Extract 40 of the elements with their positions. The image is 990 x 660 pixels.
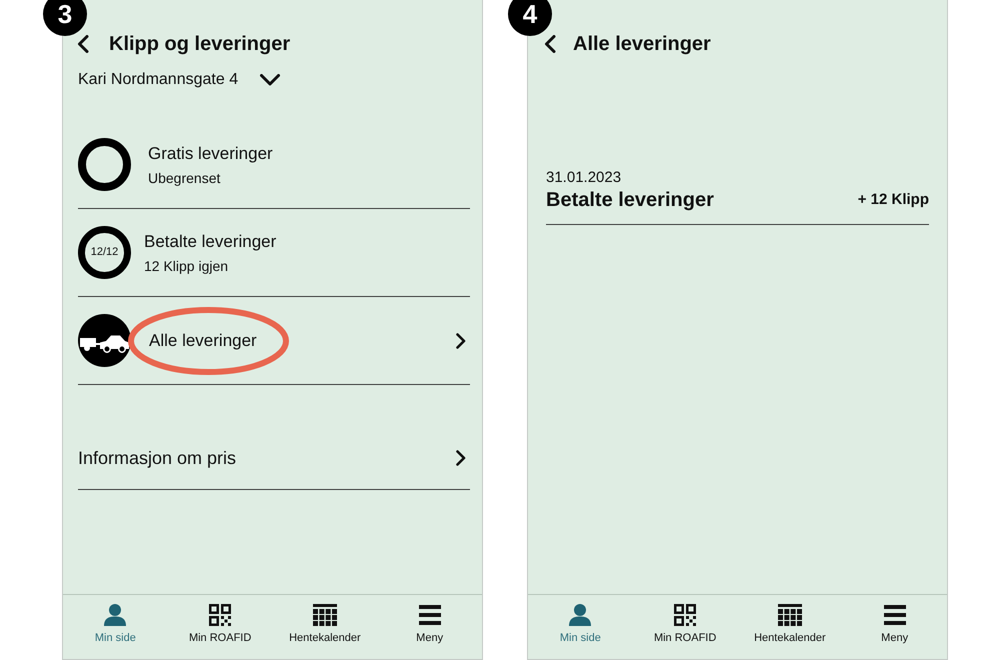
qr-code-icon (674, 604, 696, 626)
chevron-right-icon (456, 332, 466, 348)
car-trailer-icon (78, 314, 131, 367)
ring-icon (78, 138, 131, 191)
tab-item[interactable]: Min side (63, 604, 168, 645)
tab-item[interactable]: Meny (377, 604, 482, 645)
row-title: Betalte leveringer (144, 230, 276, 252)
menu-icon (418, 605, 441, 625)
entry-amount: + 12 Klipp (858, 190, 929, 210)
calendar-grid-icon (312, 604, 337, 626)
person-icon (103, 604, 128, 626)
calendar-grid-icon (778, 604, 802, 626)
menu-row[interactable]: Informasjon om pris (78, 385, 470, 490)
back-icon (77, 35, 89, 53)
back-button[interactable] (544, 35, 556, 53)
menu-row[interactable]: Alle leveringer (78, 297, 470, 385)
tab-item[interactable]: Hentekalender (272, 604, 378, 645)
address-dropdown[interactable]: Kari Nordmannsgate 4 (78, 70, 280, 90)
step-badge: 3 (43, 0, 87, 36)
screen-title: Alle leveringer (573, 32, 711, 57)
tab-item[interactable]: Min side (528, 604, 633, 645)
count-ring: 12/12 (78, 226, 131, 279)
row-title: Gratis leveringer (148, 142, 273, 164)
entry-date: 31.01.2023 (546, 169, 622, 187)
row-subtitle: Ubegrenset (148, 168, 222, 186)
person-icon (568, 604, 592, 626)
row-subtitle: 12 Klipp igjen (144, 256, 230, 274)
step-badge: 4 (508, 0, 552, 36)
screen-title: Klipp og leveringer (109, 32, 290, 57)
entry-title: Betalte leveringer (546, 188, 714, 213)
menu-icon (884, 605, 906, 625)
qr-code-icon (209, 604, 232, 626)
tab-item[interactable]: Meny (842, 604, 947, 645)
chevron-down-icon (260, 74, 280, 86)
back-icon (544, 35, 556, 53)
back-button[interactable] (77, 35, 89, 53)
tab-item[interactable]: Min ROAFID (168, 604, 272, 645)
tab-item[interactable]: Min ROAFID (632, 604, 738, 645)
tab-item[interactable]: Hentekalender (738, 604, 842, 645)
chevron-right-icon (456, 450, 466, 466)
